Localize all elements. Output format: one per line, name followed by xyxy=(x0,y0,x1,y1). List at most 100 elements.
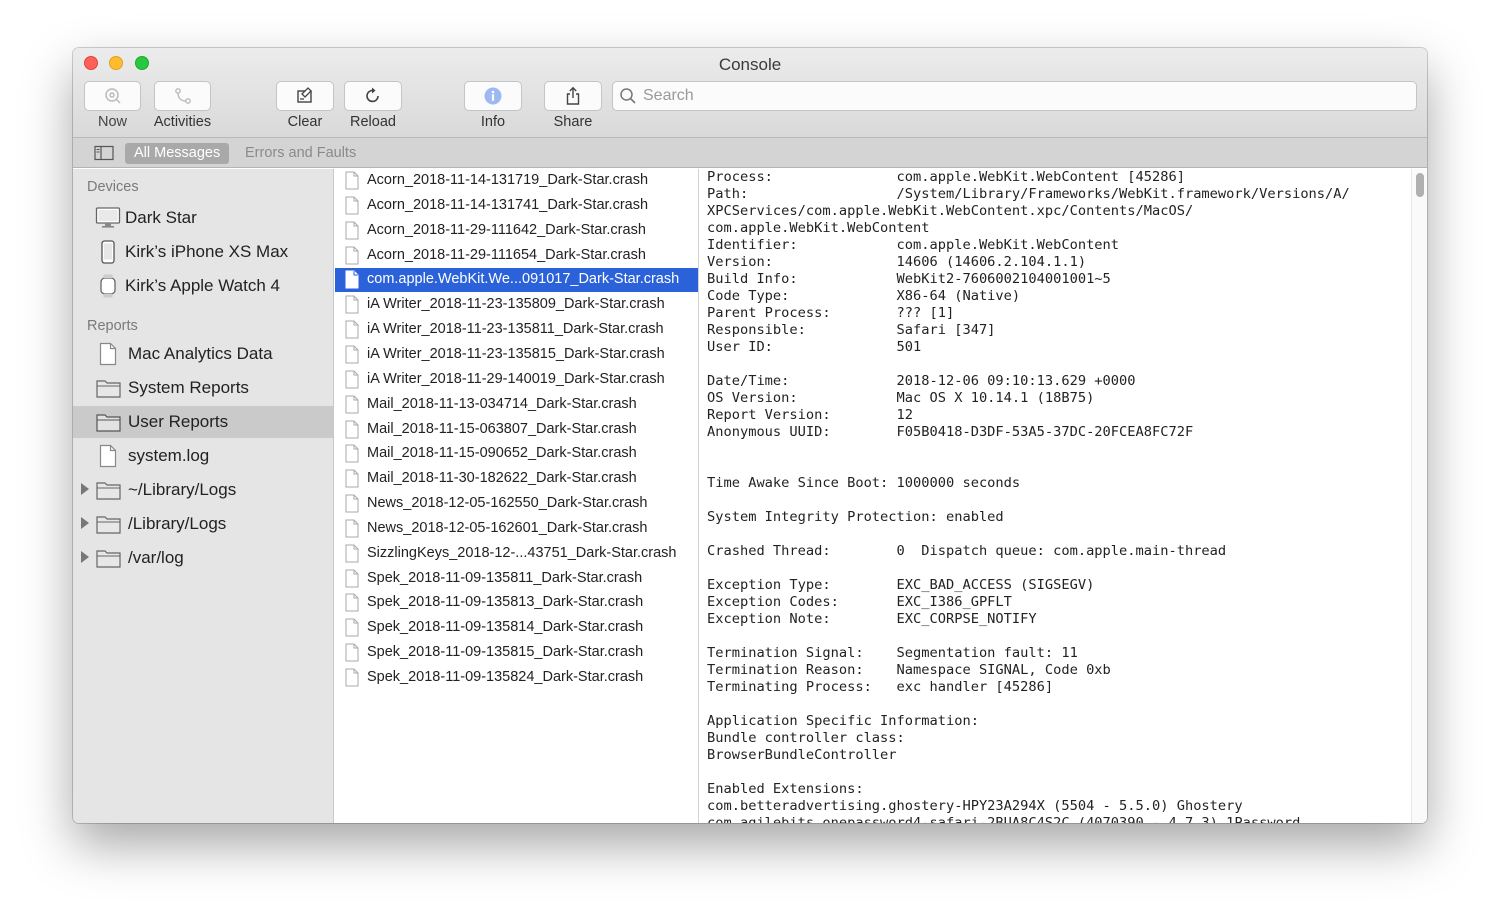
search-field[interactable] xyxy=(612,81,1417,111)
list-item[interactable]: News_2018-12-05-162601_Dark-Star.crash xyxy=(335,517,698,541)
disclosure-triangle-icon[interactable] xyxy=(81,517,89,529)
document-icon xyxy=(345,196,359,215)
sidebar-toggle-button[interactable] xyxy=(94,145,114,166)
now-icon xyxy=(104,88,121,104)
info-icon xyxy=(484,87,502,105)
document-icon xyxy=(345,345,359,364)
list-item[interactable]: com.apple.WebKit.We...091017_Dark-Star.c… xyxy=(335,268,698,293)
toolbar: Console Now Activities Clear Reload Info… xyxy=(73,48,1427,138)
list-item[interactable]: News_2018-12-05-162550_Dark-Star.crash xyxy=(335,492,698,516)
document-icon xyxy=(345,320,359,339)
window-title: Console xyxy=(718,55,782,74)
list-item[interactable]: iA Writer_2018-11-23-135815_Dark-Star.cr… xyxy=(335,343,698,367)
sidebar-item-library-logs[interactable]: /Library/Logs xyxy=(73,508,333,540)
document-icon xyxy=(345,395,359,414)
watch-icon xyxy=(100,274,116,298)
clear-button[interactable] xyxy=(276,81,334,111)
folder-icon xyxy=(96,380,121,398)
list-item[interactable]: iA Writer_2018-11-23-135811_Dark-Star.cr… xyxy=(335,318,698,342)
sidebar-item-dark-star[interactable]: Dark Star xyxy=(73,202,333,234)
sidebar-item-iphone[interactable]: Kirk’s iPhone XS Max xyxy=(73,236,333,268)
sidebar-item-apple-watch[interactable]: Kirk’s Apple Watch 4 xyxy=(73,270,333,302)
list-item[interactable]: Mail_2018-11-15-063807_Dark-Star.crash xyxy=(335,418,698,442)
clear-label: Clear xyxy=(287,114,323,130)
sidebar-item-label: /Library/Logs xyxy=(128,514,227,533)
document-icon xyxy=(345,618,359,637)
sidebar-item-user-library-logs[interactable]: ~/Library/Logs xyxy=(73,474,333,506)
activities-button[interactable] xyxy=(154,81,211,111)
list-item[interactable]: Acorn_2018-11-29-111654_Dark-Star.crash xyxy=(335,244,698,268)
list-item-label: iA Writer_2018-11-23-135811_Dark-Star.cr… xyxy=(367,321,664,338)
list-item-label: Spek_2018-11-09-135814_Dark-Star.crash xyxy=(367,619,644,636)
list-item-label: Mail_2018-11-15-090652_Dark-Star.crash xyxy=(367,445,637,462)
sidebar-item-system-reports[interactable]: System Reports xyxy=(73,372,333,404)
document-icon xyxy=(345,444,359,463)
reload-icon xyxy=(366,87,379,103)
now-button[interactable] xyxy=(84,81,141,111)
list-item[interactable]: iA Writer_2018-11-29-140019_Dark-Star.cr… xyxy=(335,368,698,392)
list-item[interactable]: Mail_2018-11-13-034714_Dark-Star.crash xyxy=(335,393,698,417)
list-item[interactable]: Spek_2018-11-09-135824_Dark-Star.crash xyxy=(335,666,698,690)
list-item-label: Acorn_2018-11-14-131741_Dark-Star.crash xyxy=(367,196,649,213)
folder-icon xyxy=(96,482,121,500)
search-input[interactable] xyxy=(643,87,1343,105)
list-item-label: iA Writer_2018-11-23-135815_Dark-Star.cr… xyxy=(367,345,665,362)
report-viewer[interactable]: Process: com.apple.WebKit.WebContent [45… xyxy=(700,169,1427,823)
sidebar-item-label: Dark Star xyxy=(125,208,197,227)
now-label: Now xyxy=(97,114,127,130)
list-item[interactable]: Mail_2018-11-30-182622_Dark-Star.crash xyxy=(335,467,698,491)
list-item[interactable]: Acorn_2018-11-29-111642_Dark-Star.crash xyxy=(335,219,698,243)
list-item[interactable]: Spek_2018-11-09-135814_Dark-Star.crash xyxy=(335,616,698,640)
filter-all-messages[interactable]: All Messages xyxy=(125,143,230,164)
list-item[interactable]: Acorn_2018-11-14-131741_Dark-Star.crash xyxy=(335,194,698,218)
devices-heading: Devices xyxy=(87,179,139,195)
folder-icon xyxy=(96,550,121,568)
list-item-label: com.apple.WebKit.We...091017_Dark-Star.c… xyxy=(367,271,680,288)
folder-icon xyxy=(96,414,121,432)
document-icon xyxy=(345,221,359,240)
list-item[interactable]: Acorn_2018-11-14-131719_Dark-Star.crash xyxy=(335,169,698,193)
report-text: Process: com.apple.WebKit.WebContent [45… xyxy=(707,169,1350,823)
list-item[interactable]: SizzlingKeys_2018-12-...43751_Dark-Star.… xyxy=(335,542,698,566)
disclosure-triangle-icon[interactable] xyxy=(81,551,89,563)
info-button[interactable] xyxy=(464,81,522,111)
list-item[interactable]: Mail_2018-11-15-090652_Dark-Star.crash xyxy=(335,442,698,466)
document-icon xyxy=(345,668,359,687)
sidebar-item-user-reports[interactable]: User Reports xyxy=(73,406,333,438)
sidebar-item-label: system.log xyxy=(128,446,210,465)
sidebar-item-mac-analytics-data[interactable]: Mac Analytics Data xyxy=(73,338,333,370)
sidebar: Devices Dark Star Kirk’s iPhone XS Max K… xyxy=(73,169,334,823)
list-item-label: Spek_2018-11-09-135824_Dark-Star.crash xyxy=(367,669,644,685)
document-icon xyxy=(345,171,359,190)
list-item-label: SizzlingKeys_2018-12-...43751_Dark-Star.… xyxy=(367,544,677,561)
document-icon xyxy=(345,246,359,265)
filter-errors-and-faults[interactable]: Errors and Faults xyxy=(245,143,356,164)
list-item-label: Mail_2018-11-15-063807_Dark-Star.crash xyxy=(367,420,637,437)
scrollbar-thumb[interactable] xyxy=(1416,173,1424,197)
list-item-label: Spek_2018-11-09-135815_Dark-Star.crash xyxy=(367,644,644,661)
disclosure-triangle-icon[interactable] xyxy=(81,483,89,495)
sidebar-item-label: User Reports xyxy=(128,412,229,431)
document-icon xyxy=(345,643,359,662)
reports-heading: Reports xyxy=(87,318,138,334)
list-item[interactable]: Spek_2018-11-09-135811_Dark-Star.crash xyxy=(335,567,698,591)
share-button[interactable] xyxy=(544,81,602,111)
document-icon xyxy=(345,593,359,612)
list-item[interactable]: Spek_2018-11-09-135813_Dark-Star.crash xyxy=(335,591,698,615)
sidebar-icon xyxy=(94,145,114,161)
document-icon xyxy=(345,295,359,314)
document-icon xyxy=(345,494,359,513)
list-item[interactable]: iA Writer_2018-11-23-135809_Dark-Star.cr… xyxy=(335,293,698,317)
activities-label: Activities xyxy=(153,114,212,130)
document-icon xyxy=(345,370,359,389)
info-label: Info xyxy=(480,114,506,130)
sidebar-item-var-log[interactable]: /var/log xyxy=(73,542,333,574)
sidebar-item-label: System Reports xyxy=(128,378,249,397)
report-scrollbar[interactable] xyxy=(1411,169,1427,823)
crash-report-list: Acorn_2018-11-14-131719_Dark-Star.crash A… xyxy=(335,169,699,823)
reload-button[interactable] xyxy=(344,81,402,111)
search-icon xyxy=(620,88,636,104)
list-item[interactable]: Spek_2018-11-09-135815_Dark-Star.crash xyxy=(335,641,698,665)
clear-icon xyxy=(297,87,312,103)
sidebar-item-system-log[interactable]: system.log xyxy=(73,440,333,472)
